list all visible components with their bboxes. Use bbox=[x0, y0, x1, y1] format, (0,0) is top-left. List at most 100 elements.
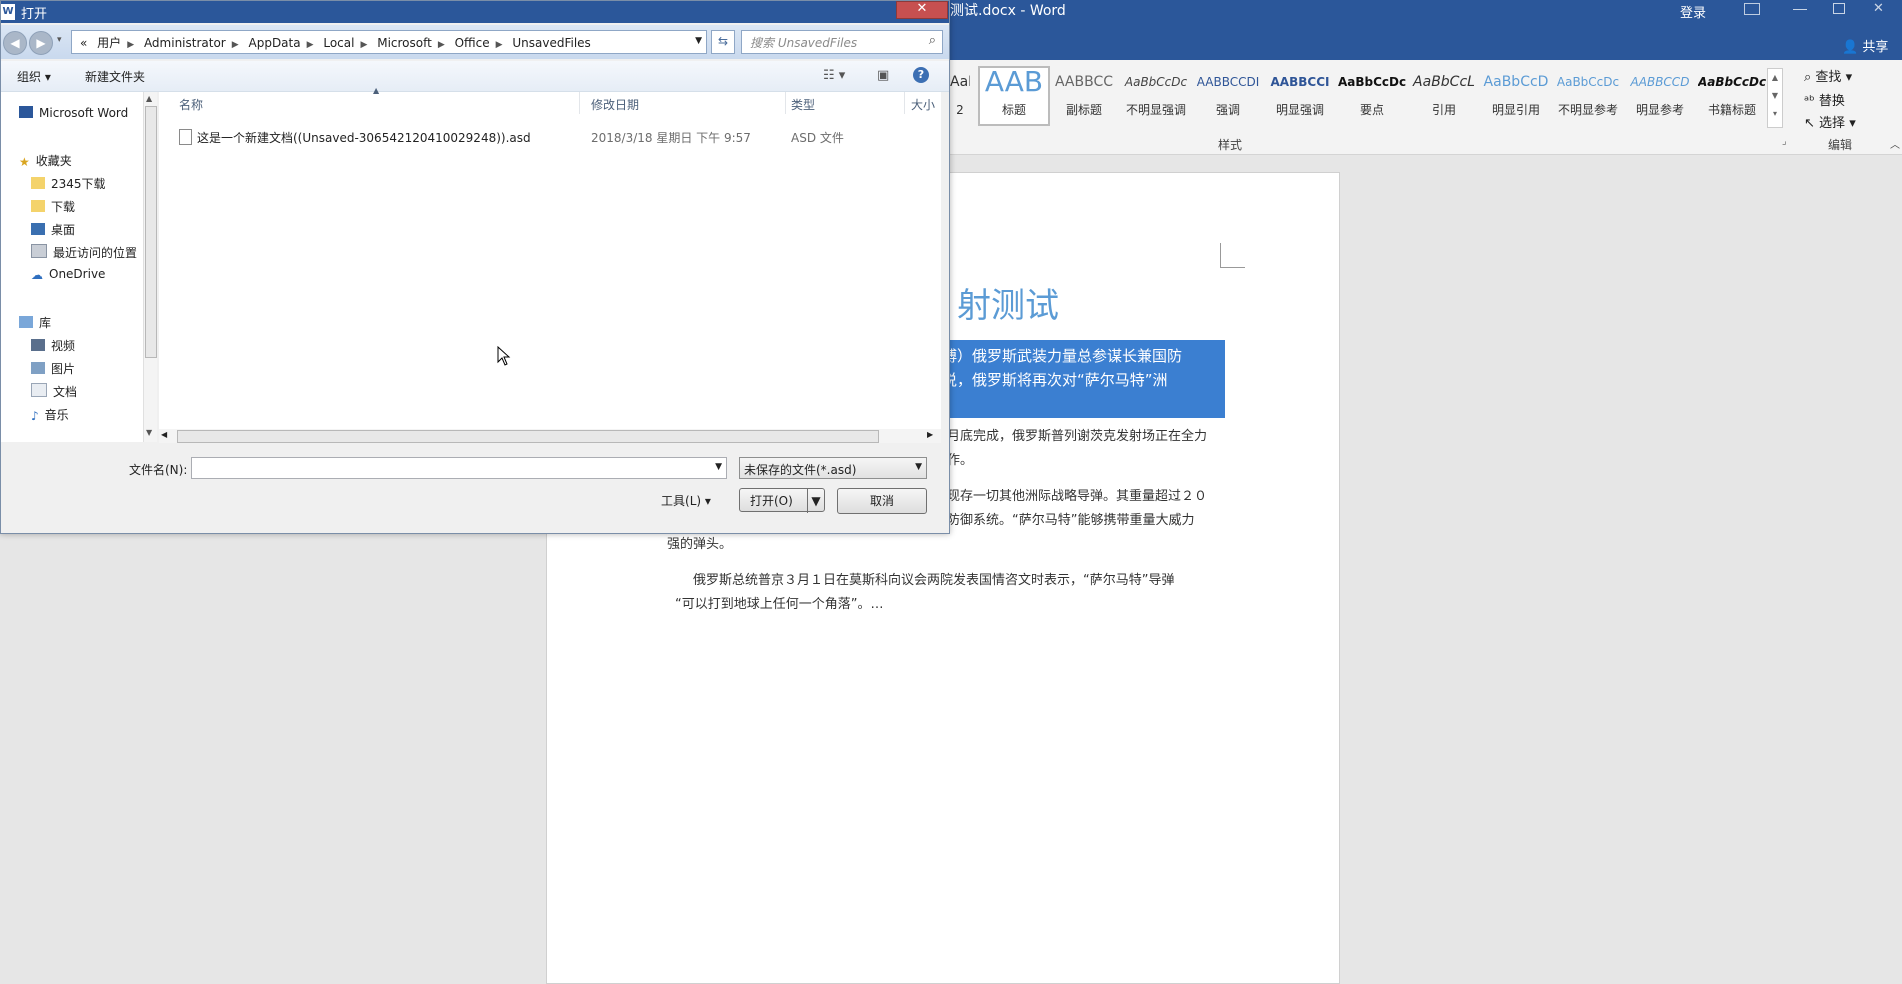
style-tile[interactable]: AaBbCcL 引用 bbox=[1410, 68, 1478, 124]
paragraph-line: 强的弹头。 bbox=[667, 537, 733, 552]
navpane-scrollbar[interactable]: ▲ ▼ bbox=[143, 92, 157, 442]
column-divider[interactable] bbox=[785, 92, 786, 114]
style-tile[interactable]: AaBbCcD 明显引用 bbox=[1482, 68, 1550, 124]
styles-gallery-scroll[interactable]: ▲ ▼ ▾ bbox=[1767, 68, 1783, 128]
breadcrumb-separator-icon[interactable]: ▶ bbox=[127, 40, 134, 50]
nav-item-favorites[interactable]: ★ 收藏夹 bbox=[19, 152, 72, 169]
maximize-icon[interactable] bbox=[1833, 3, 1845, 14]
search-icon[interactable]: ⌕ bbox=[929, 33, 936, 48]
nav-item-onedrive[interactable]: ☁ OneDrive bbox=[31, 267, 105, 282]
scroll-right-icon[interactable]: ▶ bbox=[927, 430, 933, 439]
column-header-modified[interactable]: 修改日期 bbox=[591, 96, 639, 113]
downloads-folder-icon bbox=[31, 200, 45, 212]
nav-item-downloads[interactable]: 下载 bbox=[31, 198, 75, 215]
style-tile[interactable]: AABBCC 副标题 bbox=[1050, 68, 1118, 124]
find-button[interactable]: ⌕ 查找 ▾ bbox=[1804, 66, 1852, 85]
style-tile-title[interactable]: AAB 标题 bbox=[978, 66, 1050, 126]
address-dropdown-icon[interactable]: ▼ bbox=[695, 36, 702, 46]
filename-dropdown-icon[interactable]: ▼ bbox=[715, 462, 722, 472]
scroll-up-icon[interactable]: ▲ bbox=[146, 94, 152, 103]
tools-button[interactable]: 工具(L) ▾ bbox=[647, 488, 725, 514]
back-button[interactable]: ◀ bbox=[3, 31, 27, 55]
login-link[interactable]: 登录 bbox=[1680, 2, 1706, 21]
nav-item-pictures[interactable]: 图片 bbox=[31, 360, 75, 377]
select-button[interactable]: ↖ 选择 ▾ bbox=[1804, 112, 1856, 131]
style-tile[interactable]: AABBCCDI 强调 bbox=[1194, 68, 1262, 124]
column-divider[interactable] bbox=[904, 92, 905, 114]
style-tile[interactable]: AaBbCcDc 不明显参考 bbox=[1554, 68, 1622, 124]
breadcrumb-overflow[interactable]: « bbox=[80, 36, 87, 50]
breadcrumb-separator-icon[interactable]: ▶ bbox=[438, 40, 445, 50]
replace-button[interactable]: ᵃᵇ 替换 bbox=[1804, 90, 1845, 109]
cancel-button[interactable]: 取消 bbox=[837, 488, 927, 514]
documents-icon bbox=[31, 383, 47, 397]
nav-item-music[interactable]: ♪ 音乐 bbox=[31, 406, 69, 423]
nav-label: 桌面 bbox=[51, 223, 76, 237]
nav-item-2345-downloads[interactable]: 2345下载 bbox=[31, 175, 106, 192]
recent-locations-dropdown[interactable]: ▾ bbox=[57, 35, 62, 45]
nav-item-documents[interactable]: 文档 bbox=[31, 383, 77, 400]
share-button[interactable]: 👤 共享 bbox=[1842, 36, 1888, 55]
breadcrumb-item[interactable]: AppData bbox=[249, 36, 301, 50]
nav-label: 文档 bbox=[53, 385, 78, 399]
nav-item-recent-places[interactable]: 最近访问的位置 bbox=[31, 244, 137, 261]
style-tile[interactable]: AABBCCD 明显参考 bbox=[1626, 68, 1694, 124]
breadcrumb-separator-icon[interactable]: ▶ bbox=[496, 40, 503, 50]
file-icon bbox=[179, 129, 192, 145]
preview-pane-icon[interactable]: ▣ bbox=[877, 68, 889, 83]
scroll-down-icon[interactable]: ▼ bbox=[146, 428, 152, 437]
open-button[interactable]: 打开(O) ▼ bbox=[739, 488, 825, 513]
filetype-select[interactable]: 未保存的文件(*.asd) ▼ bbox=[739, 457, 927, 479]
search-input[interactable]: 搜索 UnsavedFiles bbox=[750, 34, 857, 51]
column-header-size[interactable]: 大小 bbox=[911, 96, 935, 113]
style-tile[interactable]: AABBCCI 明显强调 bbox=[1266, 68, 1334, 124]
view-options-icon[interactable]: ☷ ▾ bbox=[823, 68, 845, 83]
breadcrumb-item[interactable]: 用户 bbox=[97, 36, 121, 50]
file-row[interactable]: 这是一个新建文档((Unsaved-306542120410029248)).a… bbox=[175, 128, 935, 148]
dialog-launcher-icon[interactable]: ⌟ bbox=[1782, 136, 1787, 147]
nav-item-microsoft-word[interactable]: Microsoft Word bbox=[19, 106, 128, 120]
breadcrumb-item[interactable]: Office bbox=[455, 36, 490, 50]
scrollbar-thumb[interactable] bbox=[177, 430, 879, 443]
cloud-icon: ☁ bbox=[31, 268, 43, 282]
nav-item-libraries[interactable]: 库 bbox=[19, 314, 51, 331]
new-folder-button[interactable]: 新建文件夹 bbox=[85, 68, 145, 85]
open-options-dropdown-icon[interactable]: ▼ bbox=[807, 489, 824, 513]
style-name: 引用 bbox=[1431, 103, 1456, 117]
selected-paragraph: 博）俄罗斯武装力量总参谋长兼国防 说，俄罗斯将再次对“萨尔马特”洲 bbox=[942, 340, 1225, 418]
column-divider[interactable] bbox=[579, 92, 580, 114]
style-tile[interactable]: AaBbCcDc 不明显强调 bbox=[1122, 68, 1190, 124]
breadcrumb-item[interactable]: Local bbox=[323, 36, 354, 50]
column-header-type[interactable]: 类型 bbox=[791, 96, 815, 113]
breadcrumb-item[interactable]: Administrator bbox=[144, 36, 226, 50]
ribbon-display-icon[interactable] bbox=[1744, 3, 1760, 15]
close-icon[interactable]: ✕ bbox=[1873, 2, 1887, 15]
breadcrumb-item[interactable]: UnsavedFiles bbox=[512, 36, 590, 50]
style-tile[interactable]: AaBbCcD 2 bbox=[950, 68, 970, 124]
scroll-left-icon[interactable]: ◀ bbox=[161, 430, 167, 439]
collapse-ribbon-icon[interactable]: ︿ bbox=[1890, 136, 1900, 151]
nav-item-desktop[interactable]: 桌面 bbox=[31, 221, 75, 238]
paragraph-line: 防御系统。“萨尔马特”能够携带重量大威力 bbox=[947, 513, 1195, 528]
address-bar[interactable]: « 用户 ▶ Administrator ▶ AppData ▶ Local ▶ Mic… bbox=[71, 30, 707, 54]
breadcrumb-separator-icon[interactable]: ▶ bbox=[232, 40, 239, 50]
forward-button[interactable]: ▶ bbox=[29, 31, 53, 55]
dialog-title: 打开 bbox=[21, 7, 48, 22]
style-tile[interactable]: AaBbCcDc 书籍标题 bbox=[1698, 68, 1766, 124]
filelist-horizontal-scrollbar[interactable]: ◀ ▶ bbox=[159, 429, 941, 443]
style-tile[interactable]: AaBbCcDc 要点 bbox=[1338, 68, 1406, 124]
nav-item-videos[interactable]: 视频 bbox=[31, 337, 75, 354]
help-icon[interactable]: ? bbox=[913, 67, 929, 83]
dialog-close-button[interactable]: ✕ bbox=[896, 1, 948, 19]
breadcrumb-item[interactable]: Microsoft bbox=[377, 36, 432, 50]
breadcrumb-separator-icon[interactable]: ▶ bbox=[360, 40, 367, 50]
minimize-icon[interactable] bbox=[1793, 3, 1807, 10]
column-header-name[interactable]: 名称 bbox=[179, 96, 203, 113]
filename-input[interactable]: ▼ bbox=[191, 457, 727, 479]
word-icon bbox=[19, 106, 33, 118]
refresh-button[interactable]: ⇆ bbox=[711, 30, 735, 54]
search-box[interactable]: 搜索 UnsavedFiles ⌕ bbox=[741, 30, 943, 54]
breadcrumb-separator-icon[interactable]: ▶ bbox=[307, 40, 314, 50]
organize-button[interactable]: 组织 ▾ bbox=[17, 68, 51, 85]
scrollbar-thumb[interactable] bbox=[145, 106, 157, 358]
